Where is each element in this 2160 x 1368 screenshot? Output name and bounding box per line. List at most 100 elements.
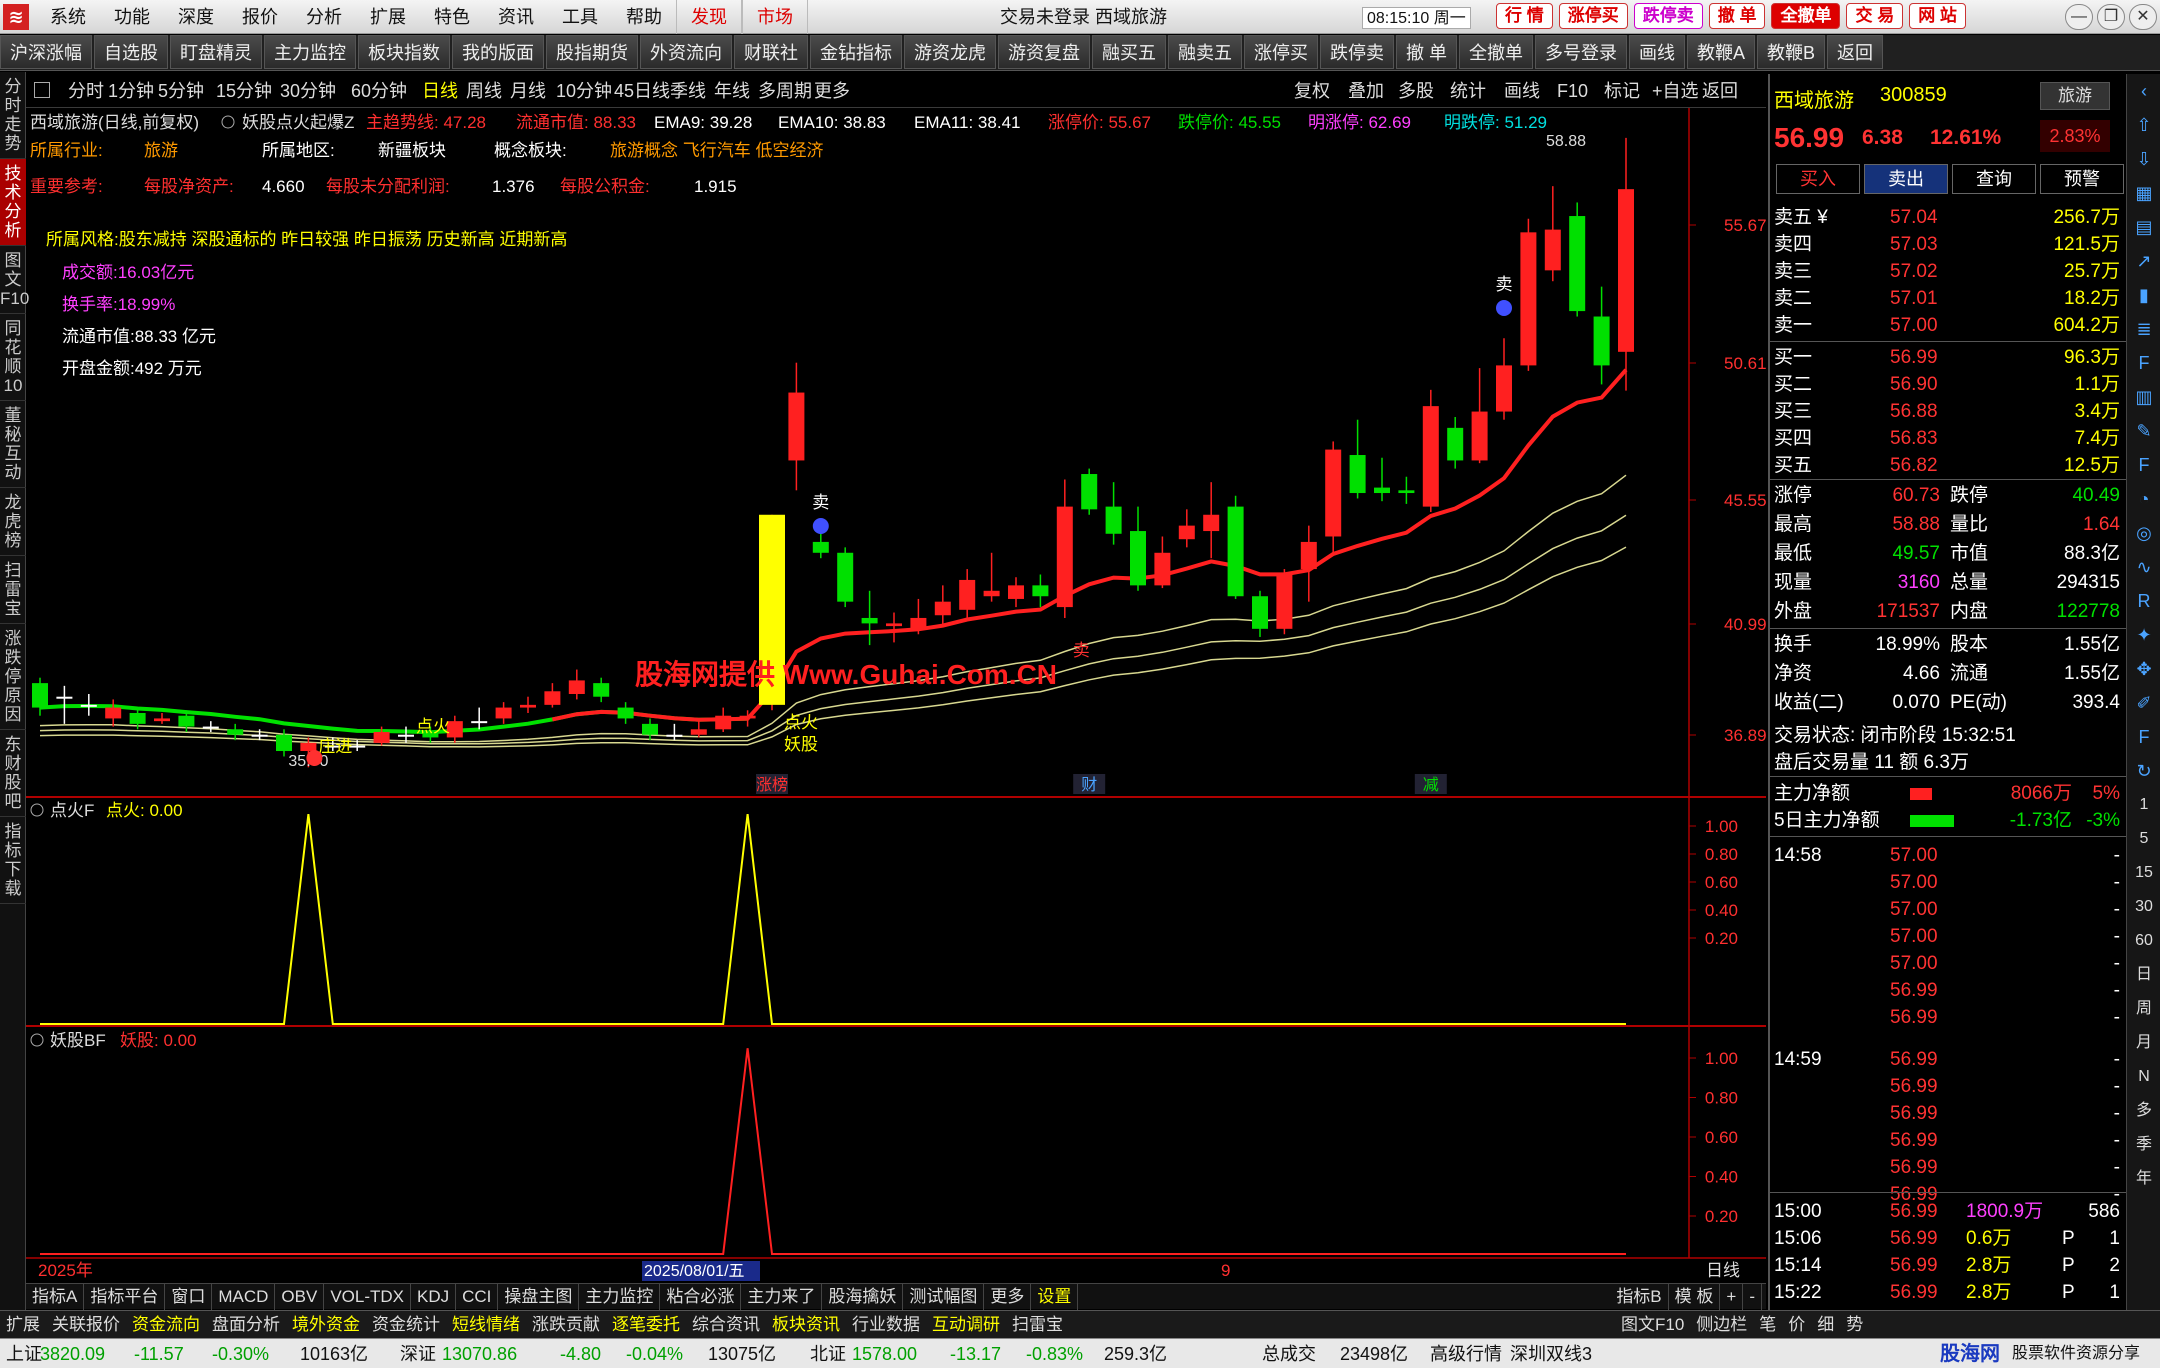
period-shortcut-icon-0[interactable]: 1 (2127, 788, 2160, 822)
toolbar-button-6[interactable]: 股指期货 (546, 35, 638, 69)
toolbar-button-17[interactable]: 全撤单 (1459, 35, 1534, 69)
indicator-tab-11[interactable]: 主力来了 (741, 1284, 823, 1310)
ask-row-0[interactable]: 卖五 ¥ 57.04 256.7万 (1770, 204, 2128, 231)
toolbar-button-15[interactable]: 跌停卖 (1320, 35, 1394, 69)
period-shortcut-icon-1[interactable]: 5 (2127, 822, 2160, 856)
nav-right-0[interactable]: 图文F10 (1615, 1311, 1690, 1339)
indicator-tab-9[interactable]: 主力监控 (579, 1284, 661, 1310)
ask-row-2[interactable]: 卖三 57.02 25.7万 (1770, 258, 2128, 285)
toolbar-button-0[interactable]: 沪深涨幅 (0, 35, 92, 69)
fire-icon[interactable]: ✦ (2127, 618, 2160, 652)
indicator-tab-right-3[interactable]: - (1743, 1284, 1762, 1310)
indicator-tab-14[interactable]: 更多 (984, 1284, 1032, 1310)
left-tab-5[interactable]: 龙虎榜 (0, 488, 26, 556)
period-shortcut-icon-8[interactable]: N (2127, 1060, 2160, 1094)
nav-item-6[interactable]: 短线情绪 (446, 1311, 526, 1339)
period-shortcut-icon-3[interactable]: 30 (2127, 890, 2160, 924)
bid-row-2[interactable]: 买三 56.88 3.4万 (1770, 398, 2128, 425)
period-12[interactable]: 年线 (714, 74, 750, 108)
indicator-tab-8[interactable]: 操盘主图 (498, 1284, 580, 1310)
indicator-tab-4[interactable]: OBV (275, 1284, 325, 1310)
period-1[interactable]: 1分钟 (108, 74, 154, 108)
period-shortcut-icon-2[interactable]: 15 (2127, 856, 2160, 890)
period-shortcut-icon-7[interactable]: 月 (2127, 1026, 2160, 1060)
toolbar-button-13[interactable]: 融卖五 (1168, 35, 1242, 69)
period-right-3[interactable]: 统计 (1450, 74, 1486, 108)
period-right-1[interactable]: 叠加 (1348, 74, 1384, 108)
toolbar-button-21[interactable]: 教鞭B (1757, 35, 1826, 69)
kline-chart-area[interactable]: 西域旅游(日线,前复权) 妖股点火起爆Z 主趋势线: 47.28 流通市值: 88.3… (26, 108, 1766, 1282)
period-0[interactable]: 分时 (68, 74, 104, 108)
nav-item-13[interactable]: 扫雷宝 (1006, 1311, 1069, 1339)
menu-item-0[interactable]: 系统 (36, 0, 100, 34)
period-7[interactable]: 周线 (466, 74, 502, 108)
wave-icon[interactable]: ∿ (2127, 550, 2160, 584)
buy-button[interactable]: 买入 (1776, 164, 1860, 194)
kline-icon[interactable]: ▮ (2127, 278, 2160, 312)
period-2[interactable]: 5分钟 (158, 74, 204, 108)
info-icon[interactable]: ◎ (2127, 516, 2160, 550)
sector-tag[interactable]: 旅游 (2040, 82, 2110, 110)
indicator-tab-12[interactable]: 股海擒妖 (822, 1284, 904, 1310)
quick-button-5[interactable]: 交 易 (1846, 3, 1904, 29)
toolbar-button-19[interactable]: 画线 (1629, 35, 1686, 69)
period-right-6[interactable]: 标记 (1604, 74, 1640, 108)
period-shortcut-icon-6[interactable]: 周 (2127, 992, 2160, 1026)
bid-row-4[interactable]: 买五 56.82 12.5万 (1770, 452, 2128, 479)
period-shortcut-icon-5[interactable]: 日 (2127, 958, 2160, 992)
period-14[interactable]: 更多 (814, 74, 850, 108)
period-right-5[interactable]: F10 (1557, 74, 1588, 108)
indicator-tab-5[interactable]: VOL-TDX (324, 1284, 411, 1310)
period-11[interactable]: 季线 (670, 74, 706, 108)
toolbar-button-18[interactable]: 多号登录 (1535, 35, 1628, 69)
indicator-tab-right-0[interactable]: 指标B (1610, 1284, 1669, 1310)
period-right-0[interactable]: 复权 (1294, 74, 1330, 108)
nav-right-2[interactable]: 笔 (1753, 1311, 1782, 1339)
indicator-tab-1[interactable]: 指标平台 (84, 1284, 166, 1310)
toolbar-button-14[interactable]: 涨停买 (1244, 35, 1318, 69)
nav-item-12[interactable]: 互动调研 (926, 1311, 1006, 1339)
minimize-icon[interactable]: — (2065, 4, 2093, 30)
menu-item-7[interactable]: 资讯 (484, 0, 548, 34)
period-9[interactable]: 10分钟 (556, 74, 612, 108)
menu-item-8[interactable]: 工具 (548, 0, 612, 34)
nav-item-10[interactable]: 板块资讯 (766, 1311, 846, 1339)
indicator-tab-0[interactable]: 指标A (26, 1284, 85, 1310)
indicator-tab-3[interactable]: MACD (212, 1284, 276, 1310)
menu-item-5[interactable]: 扩展 (356, 0, 420, 34)
move-icon[interactable]: ✥ (2127, 652, 2160, 686)
left-tab-7[interactable]: 涨跌停原因 (0, 624, 26, 730)
table-icon[interactable]: ▤ (2127, 210, 2160, 244)
left-tab-1[interactable]: 技术分析 (0, 159, 26, 246)
left-tab-9[interactable]: 指标下载 (0, 817, 26, 904)
menu-item-3[interactable]: 报价 (228, 0, 292, 34)
clock-icon[interactable]: ◔ (2127, 482, 2160, 516)
indicator-tab-6[interactable]: KDJ (411, 1284, 457, 1310)
toolbar-button-22[interactable]: 返回 (1827, 35, 1884, 69)
layout-toggle-icon[interactable] (34, 82, 50, 98)
period-8[interactable]: 月线 (510, 74, 546, 108)
nav-item-3[interactable]: 盘面分析 (206, 1311, 286, 1339)
toolbar-button-1[interactable]: 自选股 (94, 35, 168, 69)
left-tab-6[interactable]: 扫雷宝 (0, 556, 26, 624)
period-4[interactable]: 30分钟 (280, 74, 336, 108)
toolbar-button-20[interactable]: 教鞭A (1687, 35, 1756, 69)
toolbar-button-3[interactable]: 主力监控 (264, 35, 356, 69)
up-icon[interactable]: ⇧ (2127, 108, 2160, 142)
grid-icon[interactable]: ▦ (2127, 176, 2160, 210)
nav-item-0[interactable]: 扩展 (0, 1311, 46, 1339)
nav-right-1[interactable]: 侧边栏 (1690, 1311, 1753, 1339)
refresh-icon[interactable]: ↻ (2127, 754, 2160, 788)
bid-row-0[interactable]: 买一 56.99 96.3万 (1770, 344, 2128, 371)
toolbar-button-12[interactable]: 融买五 (1092, 35, 1166, 69)
period-5[interactable]: 60分钟 (351, 74, 407, 108)
period-13[interactable]: 多周期 (758, 74, 812, 108)
left-tab-3[interactable]: 同花顺10 (0, 314, 26, 401)
period-right-8[interactable]: 返回 (1702, 74, 1738, 108)
bid-row-3[interactable]: 买四 56.83 7.4万 (1770, 425, 2128, 452)
toolbar-button-11[interactable]: 游资复盘 (998, 35, 1090, 69)
indicator-tab-7[interactable]: CCI (456, 1284, 499, 1310)
toolbar-button-16[interactable]: 撤 单 (1396, 35, 1458, 69)
f2-icon[interactable]: F (2127, 448, 2160, 482)
period-shortcut-icon-10[interactable]: 季 (2127, 1128, 2160, 1162)
